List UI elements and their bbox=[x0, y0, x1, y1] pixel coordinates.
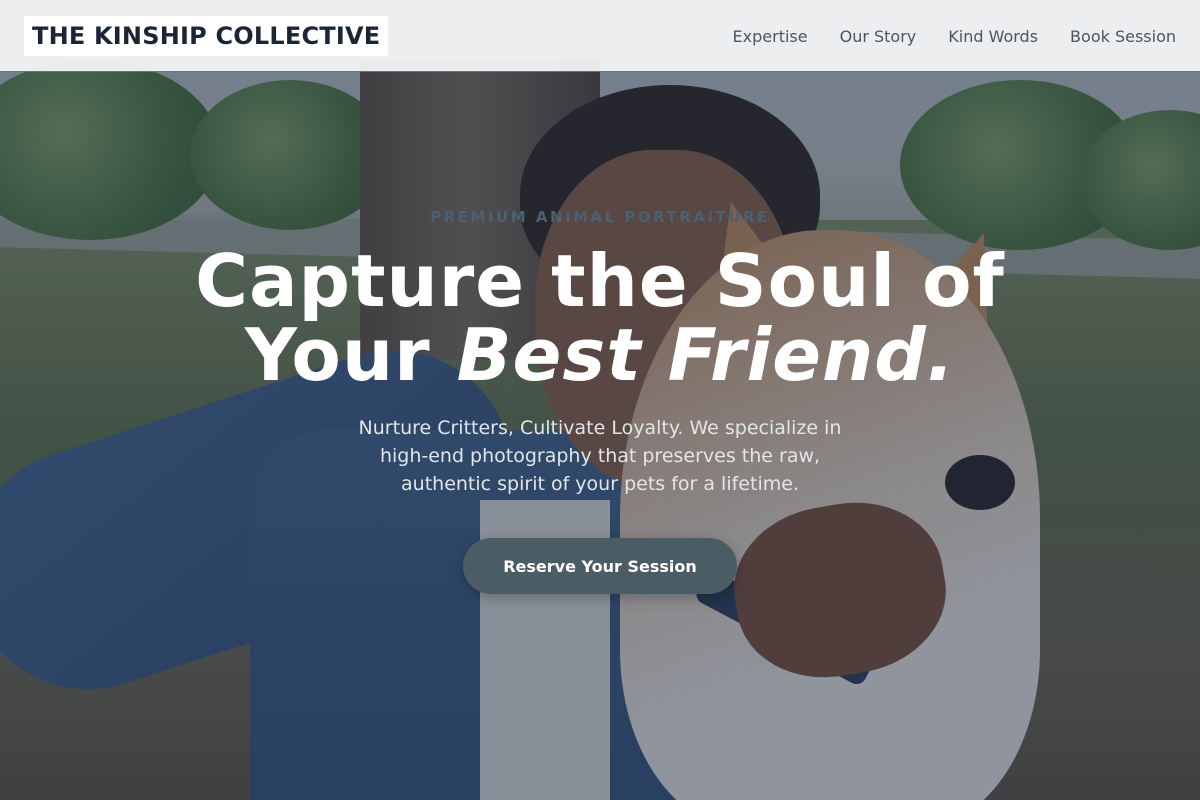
site-header: THE KINSHIP COLLECTIVE Expertise Our Sto… bbox=[0, 0, 1200, 72]
hero-subtext: Nurture Critters, Cultivate Loyalty. We … bbox=[358, 417, 842, 495]
hero-section: PREMIUM ANIMAL PORTRAITURE Capture the S… bbox=[0, 72, 1200, 800]
brand-logo[interactable]: THE KINSHIP COLLECTIVE bbox=[24, 16, 389, 56]
nav-link-our-story[interactable]: Our Story bbox=[840, 27, 917, 46]
hero-eyebrow: PREMIUM ANIMAL PORTRAITURE bbox=[430, 208, 770, 226]
headline-emphasis: Best Friend. bbox=[456, 313, 956, 397]
headline-line-1: Capture the Soul of bbox=[195, 239, 1005, 323]
nav-link-book-session[interactable]: Book Session bbox=[1070, 27, 1176, 46]
page: THE KINSHIP COLLECTIVE Expertise Our Sto… bbox=[0, 0, 1200, 800]
nav-link-kind-words[interactable]: Kind Words bbox=[948, 27, 1038, 46]
nav-link-expertise[interactable]: Expertise bbox=[733, 27, 808, 46]
headline-line-2: Your bbox=[244, 313, 457, 397]
reserve-session-button[interactable]: Reserve Your Session bbox=[463, 538, 737, 594]
hero-headline: Capture the Soul of Your Best Friend. bbox=[100, 244, 1100, 392]
main-nav: Expertise Our Story Kind Words Book Sess… bbox=[733, 0, 1176, 72]
